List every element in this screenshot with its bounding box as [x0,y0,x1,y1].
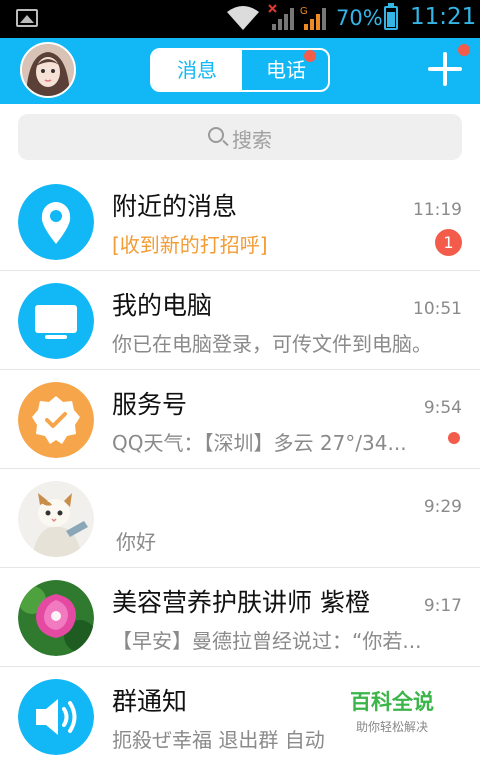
flower-avatar [18,580,94,656]
unread-dot [448,432,460,444]
conversation-title: 美容营养护肤讲师 紫橙 [112,588,370,617]
watermark-title: 百科全说 [350,690,434,714]
conversation-preview: [收到新的打招呼] [112,233,268,257]
conversation-title: 服务号 [112,390,188,419]
status-bar: G 70% 11:21 [0,0,480,38]
search-container: 搜索 [0,104,480,172]
status-time: 11:21 [410,4,477,30]
verified-badge-icon [18,382,94,458]
conversation-row-nearby[interactable]: 附近的消息 [收到新的打招呼] 11:19 1 [0,172,480,271]
search-input[interactable]: 搜索 [18,114,462,160]
monitor-icon [18,283,94,359]
tab-messages[interactable]: 消息 [152,50,242,90]
conversation-preview: 你好 [116,530,156,554]
cat-avatar [18,481,94,557]
gallery-notification-icon [16,9,38,27]
conversation-title: 我的电脑 [112,291,213,320]
unread-badge: 1 [435,229,462,256]
top-app-bar: 消息 电话 [0,38,480,104]
conversation-row-contact-beauty[interactable]: 美容营养护肤讲师 紫橙 【早安】曼德拉曾经说过：“你若... 9:17 [0,568,480,667]
add-button[interactable] [428,52,462,86]
speaker-icon [18,679,94,755]
watermark-logo: 百科全说 助你轻松解决 [350,686,434,735]
calls-unread-dot [304,50,316,62]
location-pin-icon [18,184,94,260]
conversation-time: 10:51 [413,299,462,319]
battery-icon [384,3,398,30]
profile-photo-icon [22,44,74,96]
network-type-label: G [300,6,308,17]
conversation-row-service[interactable]: 服务号 QQ天气：【深圳】多云 27°/34... 9:54 [0,370,480,469]
search-icon [208,127,224,143]
conversation-time: 9:17 [423,596,462,616]
conversation-preview: 扼殺ぜ幸福 退出群 自动 [112,728,325,752]
conversation-row-contact-cat[interactable]: 你好 9:29 [0,469,480,568]
conversation-time: 9:29 [423,497,462,517]
signal-strength-icon: G [300,6,326,30]
battery-percent: 70% [336,6,383,30]
watermark-subtitle: 助你轻松解决 [356,720,429,734]
wifi-icon [227,6,259,30]
conversation-title: 附近的消息 [112,192,238,221]
add-unread-dot [458,44,470,56]
tab-calls[interactable]: 电话 [242,50,328,90]
conversation-row-my-computer[interactable]: 我的电脑 你已在电脑登录，可传文件到电脑。 10:51 [0,271,480,370]
conversation-preview: QQ天气：【深圳】多云 27°/34... [112,431,407,455]
conversation-title: 群通知 [112,687,188,716]
tab-switcher: 消息 电话 [150,48,330,92]
search-placeholder: 搜索 [232,128,272,152]
conversation-preview: 你已在电脑登录，可传文件到电脑。 [112,332,432,356]
conversation-preview: 【早安】曼德拉曾经说过：“你若... [112,629,422,653]
conversation-time: 9:54 [423,398,462,418]
signal-no-sim-icon [268,4,294,30]
my-avatar[interactable] [20,42,76,98]
conversation-time: 11:19 [413,200,462,220]
